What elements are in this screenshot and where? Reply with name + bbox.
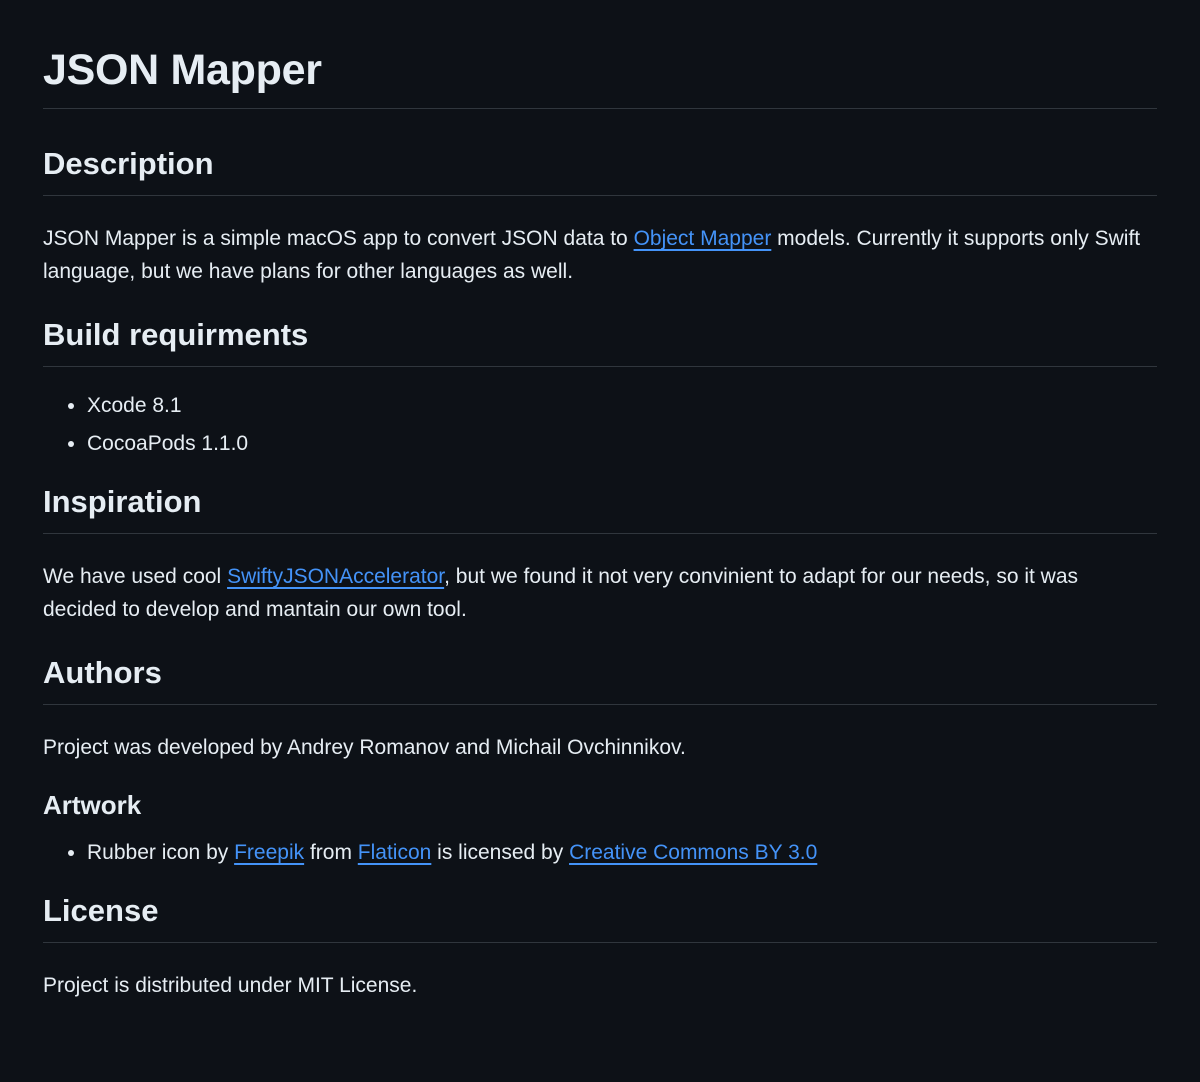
description-paragraph: JSON Mapper is a simple macOS app to con… (43, 222, 1157, 288)
inspiration-paragraph: We have used cool SwiftyJSONAccelerator,… (43, 560, 1157, 626)
inspiration-text-start: We have used cool (43, 565, 228, 588)
artwork-text-1: Rubber icon by (87, 841, 235, 864)
build-requirements-list: Xcode 8.1 CocoaPods 1.1.0 (43, 391, 1157, 459)
authors-paragraph: Project was developed by Andrey Romanov … (43, 736, 686, 759)
freepik-link[interactable]: Freepik (234, 841, 304, 864)
flaticon-link[interactable]: Flaticon (358, 841, 432, 864)
object-mapper-link[interactable]: Object Mapper (634, 227, 772, 250)
artwork-text-2: from (304, 841, 358, 864)
section-heading-description: Description (43, 143, 1157, 196)
readme-content: JSON Mapper Description JSON Mapper is a… (43, 42, 1157, 1002)
description-text-start: JSON Mapper is a simple macOS app to con… (43, 227, 634, 250)
list-item: Rubber icon by Freepik from Flaticon is … (87, 838, 1157, 868)
artwork-list: Rubber icon by Freepik from Flaticon is … (43, 838, 1157, 868)
artwork-text-3: is licensed by (431, 841, 570, 864)
section-heading-license: License (43, 890, 1157, 943)
swiftyjsonaccelerator-link[interactable]: SwiftyJSONAccelerator (227, 565, 444, 588)
list-item: CocoaPods 1.1.0 (87, 429, 1157, 459)
creative-commons-link[interactable]: Creative Commons BY 3.0 (569, 841, 817, 864)
list-item: Xcode 8.1 (87, 391, 1157, 421)
section-heading-authors: Authors (43, 652, 1157, 705)
section-heading-build-requirements: Build requirments (43, 314, 1157, 367)
page-title: JSON Mapper (43, 42, 1157, 109)
section-heading-inspiration: Inspiration (43, 481, 1157, 534)
section-heading-artwork: Artwork (43, 790, 142, 820)
page: JSON Mapper Description JSON Mapper is a… (0, 0, 1200, 1082)
license-paragraph: Project is distributed under MIT License… (43, 974, 418, 997)
